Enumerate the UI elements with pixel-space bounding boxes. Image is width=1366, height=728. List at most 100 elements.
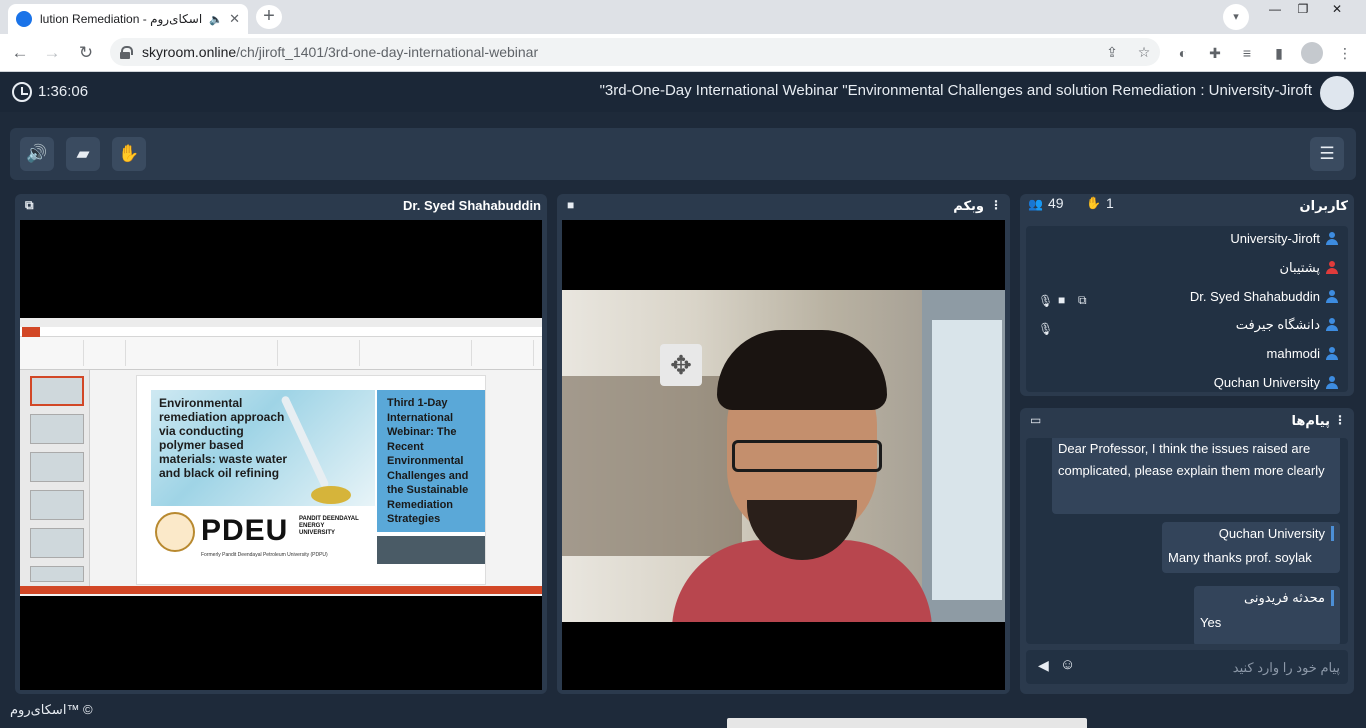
slide-thumbnails[interactable]: [20, 370, 90, 586]
webcam-panel-title: وبکم: [953, 198, 984, 213]
chat-panel-title: پیام‌ها: [1291, 413, 1331, 428]
tab-search-button[interactable]: ▾: [1223, 4, 1249, 30]
screen-share-panel: ⧉ Dr. Syed Shahabuddin Environmental rem…: [15, 194, 547, 694]
ppt-ribbon: [20, 318, 542, 370]
side-panel-icon[interactable]: ▮: [1268, 42, 1290, 64]
video-camera-icon: ■: [1058, 293, 1066, 307]
clock-icon: [12, 82, 32, 102]
skyroom-favicon-icon: [16, 11, 32, 27]
address-bar[interactable]: skyroom.online/ch/jiroft_1401/3rd-one-da…: [110, 38, 1160, 66]
speaker-button[interactable]: 🔊: [20, 137, 54, 171]
users-panel: 👥 49 ✋ 1 کاربران University-Jiroft پشتیب…: [1020, 194, 1354, 396]
screen-panel-header: ⧉ Dr. Syed Shahabuddin: [15, 194, 547, 218]
user-icon: [1326, 347, 1338, 361]
close-tab-icon[interactable]: ✕: [229, 11, 240, 27]
emoji-icon[interactable]: ☺: [1060, 656, 1075, 673]
speaker-icon[interactable]: 🔈: [209, 13, 223, 26]
url-host: skyroom.online: [142, 44, 237, 60]
more-options-icon[interactable]: ⋮: [990, 198, 1002, 212]
chat-composer: ◀ ☺: [1026, 650, 1348, 684]
user-item[interactable]: Dr. Syed Shahabuddin: [1190, 288, 1338, 308]
chat-panel: ▭ پیام‌ها ⋮ Dear Professor, I think the …: [1020, 408, 1354, 694]
user-icon: [1326, 232, 1338, 246]
users-count: 49: [1048, 195, 1064, 211]
window-close-button[interactable]: ✕: [1322, 0, 1352, 20]
send-icon[interactable]: ◀: [1038, 657, 1049, 674]
more-options-icon[interactable]: ⋮: [1334, 413, 1346, 427]
users-list: University-Jiroft پشتیبان Dr. Syed Shaha…: [1026, 226, 1348, 392]
room-toolbar: 🔊 ▰ ✋ ☰: [10, 128, 1356, 180]
briefcase-button[interactable]: ▰: [66, 137, 100, 171]
user-icon: [1326, 261, 1338, 275]
slide-dark-box: [377, 536, 485, 564]
puzzle-extensions-icon[interactable]: ✚: [1204, 42, 1226, 64]
session-timer: 1:36:06: [38, 83, 89, 100]
room-header: 1:36:06 "3rd-One-Day International Webin…: [0, 72, 1366, 112]
reload-button[interactable]: ↻: [74, 42, 98, 64]
screen-share-icon[interactable]: ⧉: [25, 198, 34, 213]
chat-message: Quchan University Many thanks prof. soyl…: [1162, 522, 1340, 573]
chat-input[interactable]: [1080, 654, 1340, 680]
screen-panel-title: Dr. Syed Shahabuddin: [403, 198, 541, 213]
browser-menu-icon[interactable]: ⋮: [1334, 42, 1356, 64]
browser-tab[interactable]: lution Remediation - اسکای‌روم 🔈 ✕: [8, 4, 248, 34]
main-menu-button[interactable]: ☰: [1310, 137, 1344, 171]
university-seal-icon: [155, 512, 195, 552]
forward-button[interactable]: →: [40, 42, 64, 64]
webcam-panel-header: ■ وبکم ⋮: [557, 194, 1010, 218]
microphone-icon: 🎙: [1038, 322, 1054, 336]
user-icon: [1326, 318, 1338, 332]
user-item[interactable]: دانشگاه جیرفت: [1236, 316, 1338, 336]
brand-footer: اسکای‌روم™ ©: [10, 702, 93, 717]
microphone-icon: 🎙: [1038, 294, 1054, 308]
video-camera-icon[interactable]: ■: [567, 198, 574, 212]
raised-hand-icon: ✋: [1086, 196, 1101, 210]
user-item[interactable]: mahmodi: [1267, 345, 1338, 365]
chat-bubble-icon: ▭: [1030, 413, 1042, 427]
room-title: "3rd-One-Day International Webinar "Envi…: [599, 82, 1312, 99]
users-panel-title: کاربران: [1299, 198, 1348, 213]
raise-hand-button[interactable]: ✋: [112, 137, 146, 171]
back-button[interactable]: ←: [8, 42, 32, 64]
restore-button[interactable]: ❐: [1288, 0, 1318, 20]
user-avatar[interactable]: [1320, 76, 1354, 110]
tab-title: lution Remediation - اسکای‌روم: [40, 12, 203, 26]
lock-icon[interactable]: [120, 46, 133, 59]
media-queue-icon[interactable]: ≡: [1236, 42, 1258, 64]
user-item[interactable]: پشتیبان: [1280, 259, 1338, 279]
chat-messages[interactable]: Dear Professor, I think the issues raise…: [1026, 438, 1348, 644]
slide-image: Environmental remediation approach via c…: [151, 390, 375, 506]
chat-message: محدثه فریدونی Yes: [1194, 586, 1340, 644]
webcam-frame: ✥: [562, 290, 1005, 622]
share-icon[interactable]: ⇪: [1099, 39, 1125, 65]
user-item[interactable]: Quchan University: [1214, 374, 1338, 394]
url-path: /ch/jiroft_1401/3rd-one-day-internationa…: [236, 44, 539, 60]
browser-toolbar: ← → ↻ skyroom.online/ch/jiroft_1401/3rd-…: [0, 34, 1366, 72]
user-item[interactable]: University-Jiroft: [1230, 230, 1338, 250]
pdeu-footnote: Formerly Pandit Deendayal Petroleum Univ…: [201, 552, 328, 558]
minimize-button[interactable]: —: [1260, 0, 1290, 20]
current-slide: Environmental remediation approach via c…: [136, 375, 486, 585]
browser-tabbar: lution Remediation - اسکای‌روم 🔈 ✕ + ▾ —…: [0, 0, 1366, 34]
move-icon[interactable]: ✥: [660, 344, 702, 386]
users-icon: 👥: [1028, 197, 1043, 211]
ppt-statusbar: [20, 586, 542, 594]
screen-share-icon: ⧉: [1078, 293, 1087, 307]
slide-right-text: Third 1-Day International Webinar: The R…: [387, 397, 469, 525]
user-icon: [1326, 376, 1338, 390]
chat-panel-header: ▭ پیام‌ها ⋮: [1020, 408, 1354, 432]
download-bar: [727, 718, 1087, 728]
slide-blue-box: Third 1-Day International Webinar: The R…: [377, 390, 485, 532]
webcam-panel: ■ وبکم ⋮ ✥: [557, 194, 1010, 694]
shared-screen: Environmental remediation approach via c…: [20, 220, 542, 690]
pdeu-logo: PDEU PANDIT DEENDAYAL ENERGY UNIVERSITY …: [151, 508, 375, 562]
profile-avatar[interactable]: [1301, 42, 1323, 64]
chat-message: Dear Professor, I think the issues raise…: [1052, 438, 1340, 514]
users-panel-header: 👥 49 ✋ 1 کاربران: [1020, 194, 1354, 218]
slide-left-text: Environmental remediation approach via c…: [159, 396, 288, 480]
new-tab-button[interactable]: +: [256, 5, 282, 29]
bookmark-star-icon[interactable]: ☆: [1131, 39, 1157, 65]
webcam-video: ✥: [562, 220, 1005, 690]
powerpoint-window: Environmental remediation approach via c…: [20, 318, 542, 596]
extension-icon[interactable]: ◐: [1172, 42, 1194, 64]
